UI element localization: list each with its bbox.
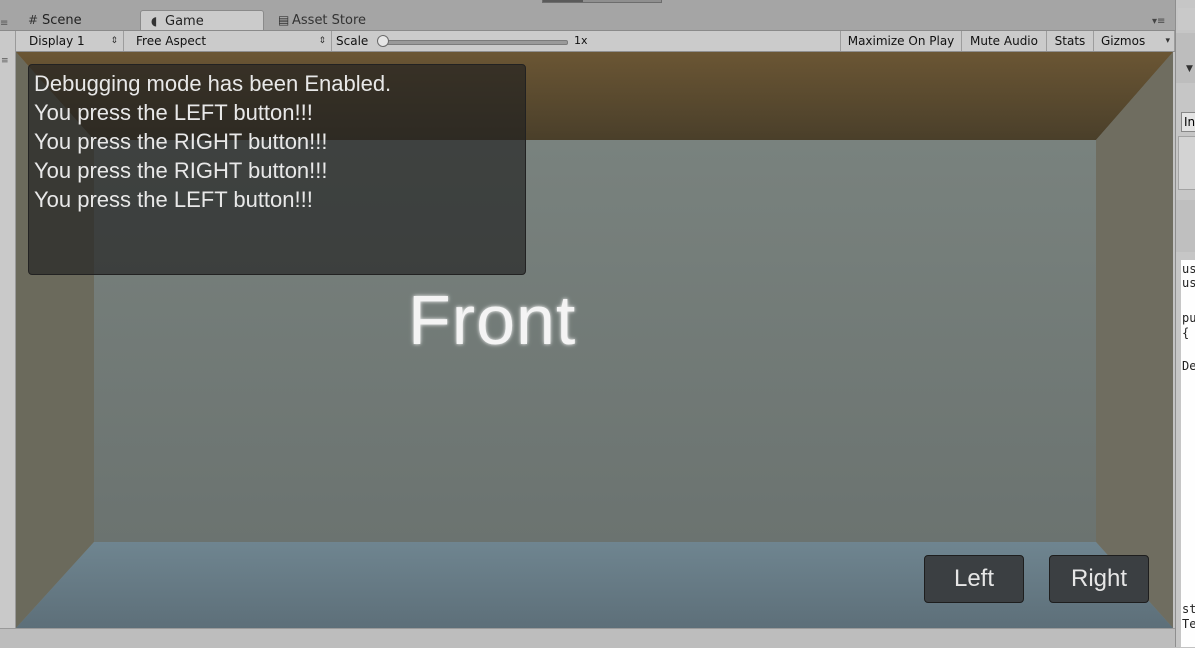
game-toolbar: Display 1 ⇕ Free Aspect ⇕ Scale 1x Maxim…	[16, 31, 1175, 52]
editor-top-strip	[0, 0, 1195, 8]
code-fragment: us	[1182, 276, 1195, 290]
display-dropdown[interactable]: Display 1 ⇕	[20, 31, 124, 51]
code-fragment: us	[1182, 262, 1195, 276]
code-fragment: st	[1182, 602, 1195, 616]
pane-menu-icon[interactable]: ≡	[0, 18, 10, 30]
tab-asset-store[interactable]: ▤ Asset Store	[268, 10, 408, 30]
inspector-tab[interactable]	[1178, 8, 1195, 30]
inspector-section	[1178, 136, 1195, 190]
debug-log-line: Debugging mode has been Enabled.	[34, 71, 392, 96]
scale-slider-thumb[interactable]	[377, 35, 389, 47]
left-pane-edge: ≡	[0, 31, 16, 628]
pane-menu-icon: ≡	[1, 56, 9, 66]
scale-label: Scale	[336, 34, 369, 48]
tab-scene[interactable]: # Scene	[18, 10, 134, 30]
code-fragment: {	[1182, 326, 1190, 340]
mute-audio-toggle[interactable]: Mute Audio	[962, 31, 1047, 51]
gizmos-dropdown[interactable]: Gizmos ▾	[1094, 31, 1175, 51]
gizmos-label: Gizmos	[1101, 34, 1146, 48]
game-view[interactable]: Debugging mode has been Enabled. You pre…	[16, 52, 1173, 628]
debug-log-line: You press the LEFT button!!!	[34, 100, 313, 125]
aspect-dropdown[interactable]: Free Aspect ⇕	[130, 31, 332, 51]
shopping-bag-icon: ▤	[278, 13, 290, 27]
stats-toggle[interactable]: Stats	[1047, 31, 1094, 51]
debug-log-line: You press the RIGHT button!!!	[34, 129, 328, 154]
tab-asset-store-label: Asset Store	[292, 13, 367, 28]
aspect-dropdown-label: Free Aspect	[136, 34, 207, 48]
debug-log-line: You press the LEFT button!!!	[34, 187, 313, 212]
right-button[interactable]: Right	[1049, 555, 1149, 603]
code-fragment: De	[1182, 359, 1195, 373]
pacman-icon: ◖	[151, 14, 158, 28]
updown-arrow-icon: ⇕	[318, 36, 326, 46]
code-preview: us us pu { De st Te	[1181, 260, 1195, 647]
status-bar	[0, 628, 1180, 648]
panel-separator	[1176, 200, 1195, 252]
scale-slider-track[interactable]	[384, 40, 568, 45]
play-controls[interactable]	[542, 0, 662, 3]
maximize-on-play-toggle[interactable]: Maximize On Play	[840, 31, 962, 51]
debug-log-panel: Debugging mode has been Enabled. You pre…	[28, 64, 526, 275]
pane-options-icon[interactable]: ▾≡	[1152, 16, 1165, 27]
tab-game[interactable]: ◖ Game	[140, 10, 264, 30]
display-dropdown-label: Display 1	[29, 34, 85, 48]
inspector-field[interactable]: In	[1181, 112, 1195, 132]
code-fragment: Te	[1182, 617, 1195, 631]
expand-arrow-icon[interactable]: ▼	[1186, 64, 1193, 74]
dropdown-arrow-icon: ▾	[1165, 36, 1170, 46]
right-wall	[1096, 52, 1173, 628]
grid-icon: #	[28, 13, 39, 27]
panel-header	[1176, 33, 1195, 83]
tab-bar: ≡ # Scene ◖ Game ▤ Asset Store ▾≡	[0, 8, 1175, 31]
scale-value: 1x	[574, 34, 588, 47]
debug-log-line: You press the RIGHT button!!!	[34, 158, 328, 183]
right-side-panel: ▼ In us us pu { De st Te	[1175, 0, 1195, 647]
updown-arrow-icon: ⇕	[110, 36, 118, 46]
code-fragment: pu	[1182, 311, 1195, 325]
tab-game-label: Game	[165, 14, 204, 29]
left-button[interactable]: Left	[924, 555, 1024, 603]
tab-scene-label: Scene	[42, 13, 82, 28]
wall-label-front: Front	[408, 281, 577, 359]
